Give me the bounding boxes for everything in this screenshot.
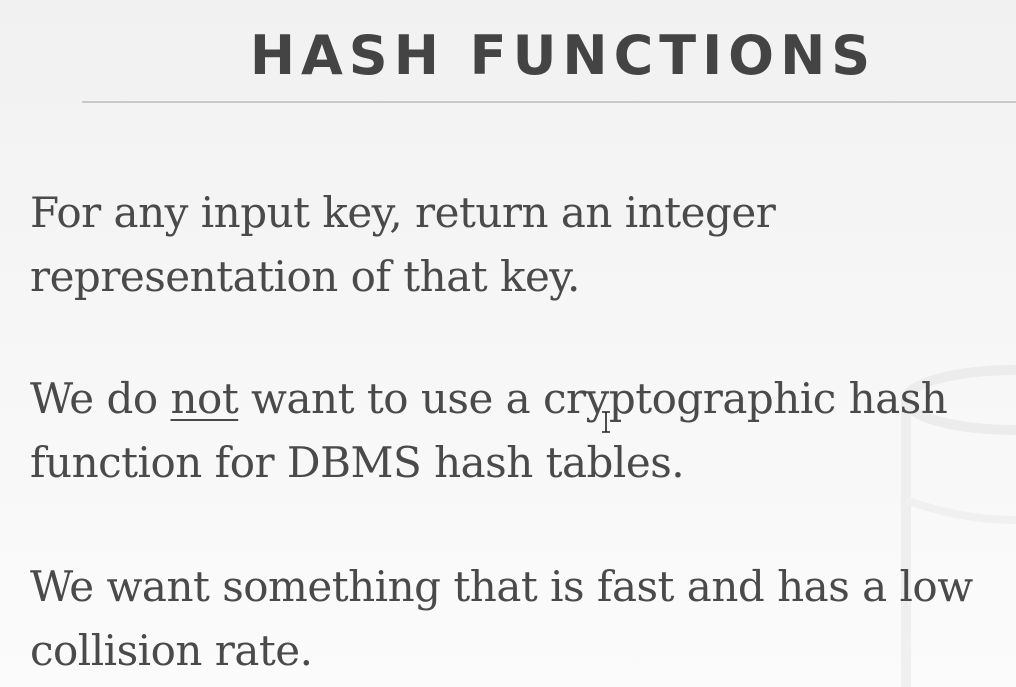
paragraph-no-crypto: We do not want to use a cryptographic ha… — [30, 367, 990, 495]
paragraph-requirements: We want something that is fast and has a… — [30, 555, 990, 683]
paragraph-definition: For any input key, return an integer rep… — [30, 181, 990, 309]
paragraph-line: collision rate. — [30, 626, 313, 675]
text-segment: want to use a cryptographic hash — [238, 374, 948, 423]
underlined-word: not — [170, 374, 239, 423]
paragraph-line: representation of that key. — [30, 252, 580, 301]
paragraph-line: function for DBMS hash tables. — [30, 438, 685, 487]
paragraph-line: For any input key, return an integer — [30, 188, 776, 237]
title-divider — [82, 101, 1016, 103]
paragraph-line: We do not want to use a cryptographic ha… — [30, 367, 990, 431]
text-segment: We do — [30, 374, 171, 423]
text-cursor-icon — [602, 411, 610, 433]
slide-title: HASH FUNCTIONS — [249, 24, 877, 87]
slide: HASH FUNCTIONS For any input key, return… — [0, 0, 1016, 687]
paragraph-line: We want something that is fast and has a… — [30, 562, 973, 611]
